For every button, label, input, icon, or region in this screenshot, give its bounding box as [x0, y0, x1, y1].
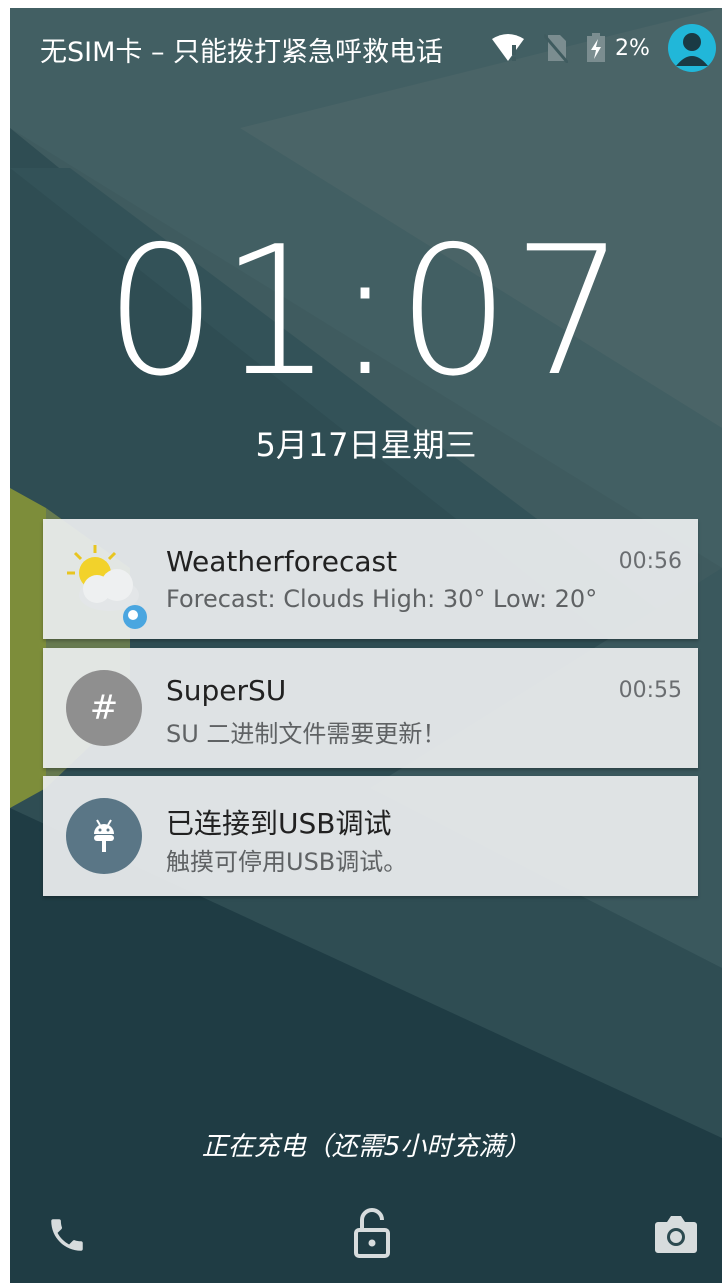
- camera-icon[interactable]: [654, 1214, 698, 1254]
- wifi-alert-icon: [492, 34, 524, 61]
- wallpaper: [10, 8, 722, 1283]
- android-debug-icon: [66, 798, 142, 874]
- notification-title: SuperSU: [166, 674, 287, 707]
- notification-time: 00:56: [618, 549, 682, 574]
- notification-body: SU 二进制文件需要更新！: [166, 720, 447, 748]
- lock-screen: 无SIM卡 – 只能拨打紧急呼救电话 2% 01:07 5月17日星期三 Wea…: [10, 8, 722, 1283]
- battery-charging-icon: [587, 33, 605, 62]
- notification-title: 已连接到USB调试: [166, 807, 392, 840]
- phone-icon[interactable]: [46, 1214, 88, 1256]
- notification-usb-debug[interactable]: 已连接到USB调试 触摸可停用USB调试。: [43, 776, 698, 896]
- notification-body: Forecast: Clouds High: 30° Low: 20°: [166, 585, 598, 613]
- lock-clock: 01:07: [104, 208, 628, 415]
- battery-percent: 2%: [615, 36, 650, 61]
- notification-weather[interactable]: Weatherforecast Forecast: Clouds High: 3…: [43, 519, 698, 639]
- unlock-icon[interactable]: [352, 1208, 392, 1258]
- hash-icon: #: [66, 670, 142, 746]
- notification-title: Weatherforecast: [166, 545, 398, 578]
- notification-time: 00:55: [618, 678, 682, 703]
- charging-status: 正在充电（还需5小时充满）: [201, 1132, 531, 1162]
- lock-date: 5月17日星期三: [255, 426, 477, 464]
- user-avatar-icon[interactable]: [668, 24, 716, 72]
- notification-body: 触摸可停用USB调试。: [166, 848, 408, 876]
- notification-supersu[interactable]: # SuperSU SU 二进制文件需要更新！ 00:55: [43, 648, 698, 768]
- status-icons: [490, 28, 606, 68]
- carrier-status: 无SIM卡 – 只能拨打紧急呼救电话: [40, 37, 444, 68]
- weather-sun-cloud-icon: [67, 545, 147, 629]
- no-sim-icon: [544, 34, 568, 63]
